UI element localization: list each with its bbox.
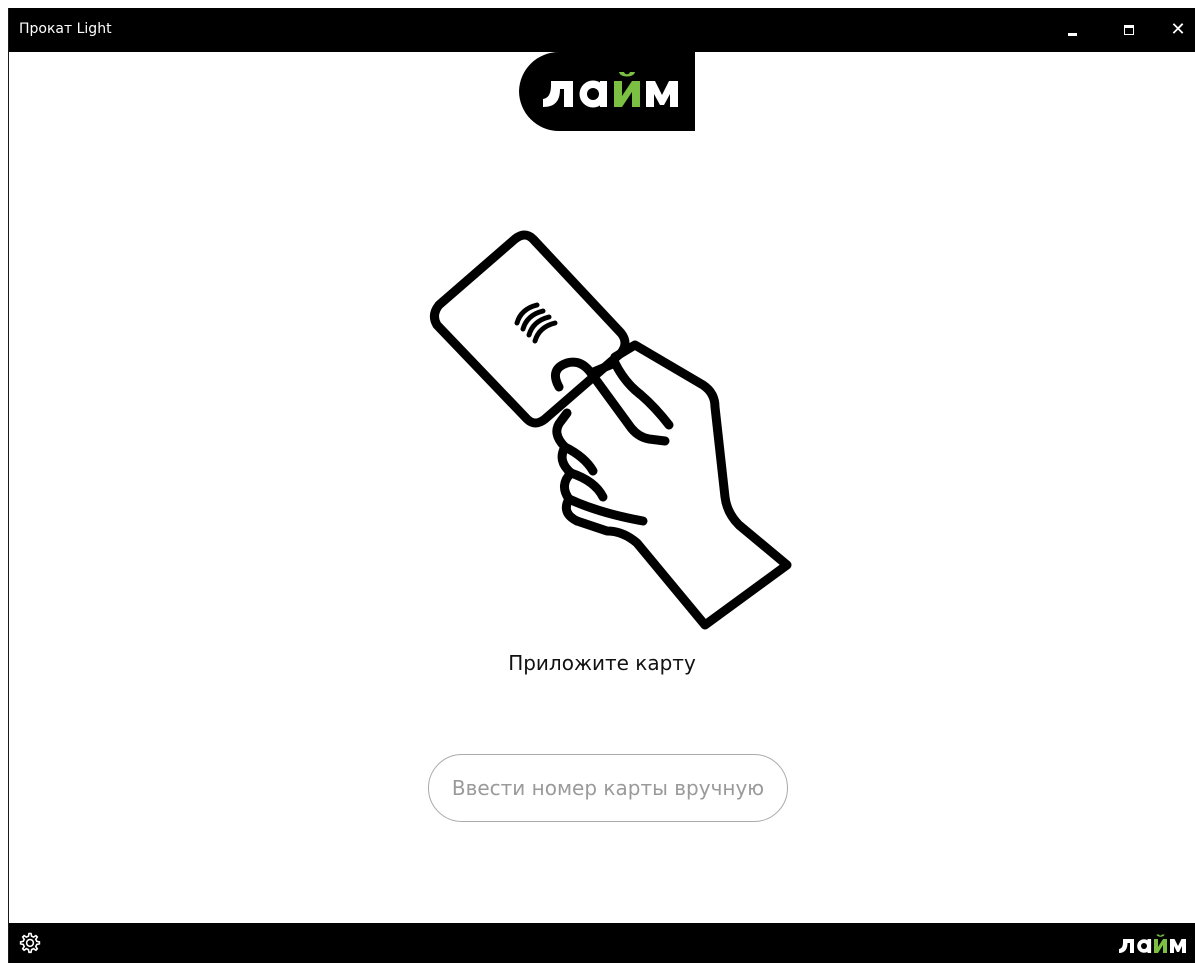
gear-icon[interactable]	[18, 931, 42, 955]
close-button[interactable]: ✕	[1155, 8, 1195, 52]
hand-holding-contactless-card-icon	[429, 230, 792, 630]
app-window: Прокат Light ✕ Приложите карту Ввести но…	[8, 8, 1195, 963]
bottom-bar	[9, 923, 1195, 963]
manual-card-entry-button[interactable]: Ввести номер карты вручную	[428, 754, 788, 822]
brand-logo-small	[1119, 934, 1186, 953]
minimize-button[interactable]	[1049, 8, 1095, 52]
maximize-icon	[1124, 25, 1134, 35]
close-icon: ✕	[1170, 19, 1186, 40]
tap-card-prompt: Приложите карту	[508, 651, 696, 675]
minimize-icon	[1067, 32, 1077, 36]
title-bar[interactable]: Прокат Light ✕	[9, 8, 1195, 52]
maximize-button[interactable]	[1106, 8, 1152, 52]
brand-logo	[519, 51, 695, 131]
app-title: Прокат Light	[19, 21, 112, 37]
